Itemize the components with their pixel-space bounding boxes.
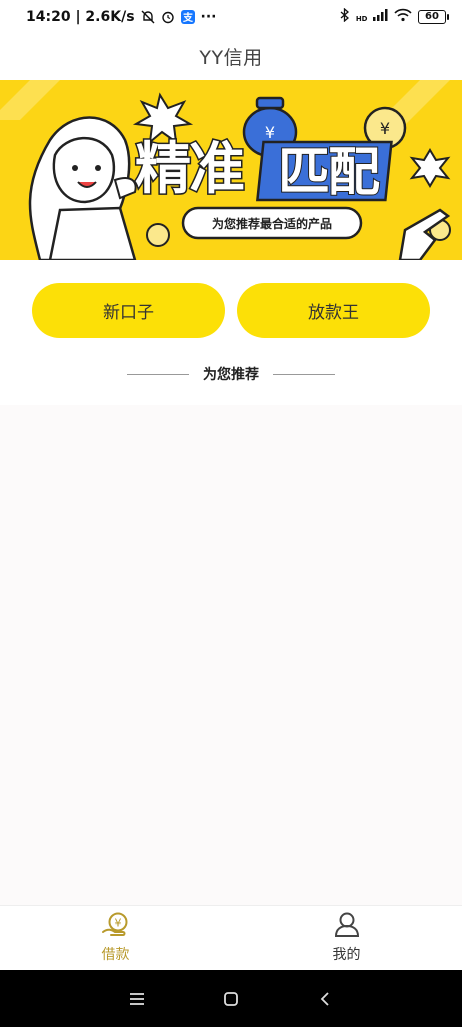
- home-icon[interactable]: [211, 979, 251, 1019]
- status-right: HD 60: [340, 7, 449, 25]
- svg-text:¥: ¥: [380, 119, 390, 138]
- user-profile-icon: [333, 912, 361, 942]
- banner-headline: 精准 匹配: [134, 136, 393, 204]
- starburst-icon: [409, 148, 451, 188]
- new-lender-label: 新口子: [103, 303, 154, 323]
- svg-text:支: 支: [182, 11, 194, 24]
- alipay-icon: 支: [180, 9, 195, 24]
- menu-icon[interactable]: [117, 979, 157, 1019]
- tab-loan[interactable]: ¥ 借款: [0, 906, 231, 970]
- banner-illustration: ¥ ¥ 精准 匹配 为您推荐最合适的产品: [0, 80, 451, 260]
- banner-headline-1: 精准: [135, 137, 244, 202]
- bottom-tab-bar: ¥ 借款 我的: [0, 905, 462, 970]
- divider: [273, 373, 335, 375]
- app-header: YY信用: [0, 33, 462, 80]
- new-lender-button[interactable]: 新口子: [32, 283, 225, 338]
- recommend-title: 为您推荐: [203, 367, 259, 383]
- status-more: ···: [200, 8, 217, 25]
- hd-label: HD: [355, 15, 368, 23]
- loan-hand-yen-icon: ¥: [101, 912, 131, 942]
- recommend-list: [0, 405, 462, 905]
- svg-text:¥: ¥: [265, 123, 275, 142]
- girl-character-illustration: [28, 116, 137, 260]
- divider: [127, 373, 189, 375]
- tab-mine-label: 我的: [332, 947, 361, 963]
- quick-buttons: 新口子 放款王: [0, 283, 462, 338]
- signal-icon: HD: [356, 9, 388, 24]
- banner-subtitle-pill: 为您推荐最合适的产品: [181, 206, 363, 240]
- status-left: 14:20 | 2.6K/s 支 ···: [26, 9, 217, 25]
- banner-headline-2: 匹配: [278, 143, 380, 203]
- svg-text:¥: ¥: [114, 917, 121, 930]
- back-icon[interactable]: [305, 979, 345, 1019]
- mute-bell-icon: [141, 10, 155, 24]
- status-bar: 14:20 | 2.6K/s 支 ··· HD 60: [0, 0, 462, 33]
- top-lender-label: 放款王: [308, 303, 359, 323]
- tab-mine[interactable]: 我的: [231, 906, 462, 970]
- status-time-speed: 14:20 | 2.6K/s: [26, 8, 135, 25]
- promo-banner[interactable]: ¥ ¥ 精准 匹配 为您推荐最合适的产品: [0, 80, 462, 260]
- coin-icon: [146, 223, 170, 247]
- recommend-section-header: 为您推荐: [0, 360, 462, 388]
- battery-level: 60: [425, 11, 439, 22]
- wifi-icon: [394, 8, 412, 25]
- starburst-icon: [132, 92, 194, 145]
- top-lender-button[interactable]: 放款王: [237, 283, 430, 338]
- bluetooth-icon: [340, 7, 350, 25]
- alarm-clock-icon: [161, 10, 175, 24]
- banner-subtitle: 为您推荐最合适的产品: [212, 216, 332, 231]
- system-nav-bar: [0, 970, 462, 1027]
- page-title: YY信用: [199, 47, 263, 69]
- tab-loan-label: 借款: [101, 947, 130, 963]
- battery-icon: 60: [418, 9, 449, 24]
